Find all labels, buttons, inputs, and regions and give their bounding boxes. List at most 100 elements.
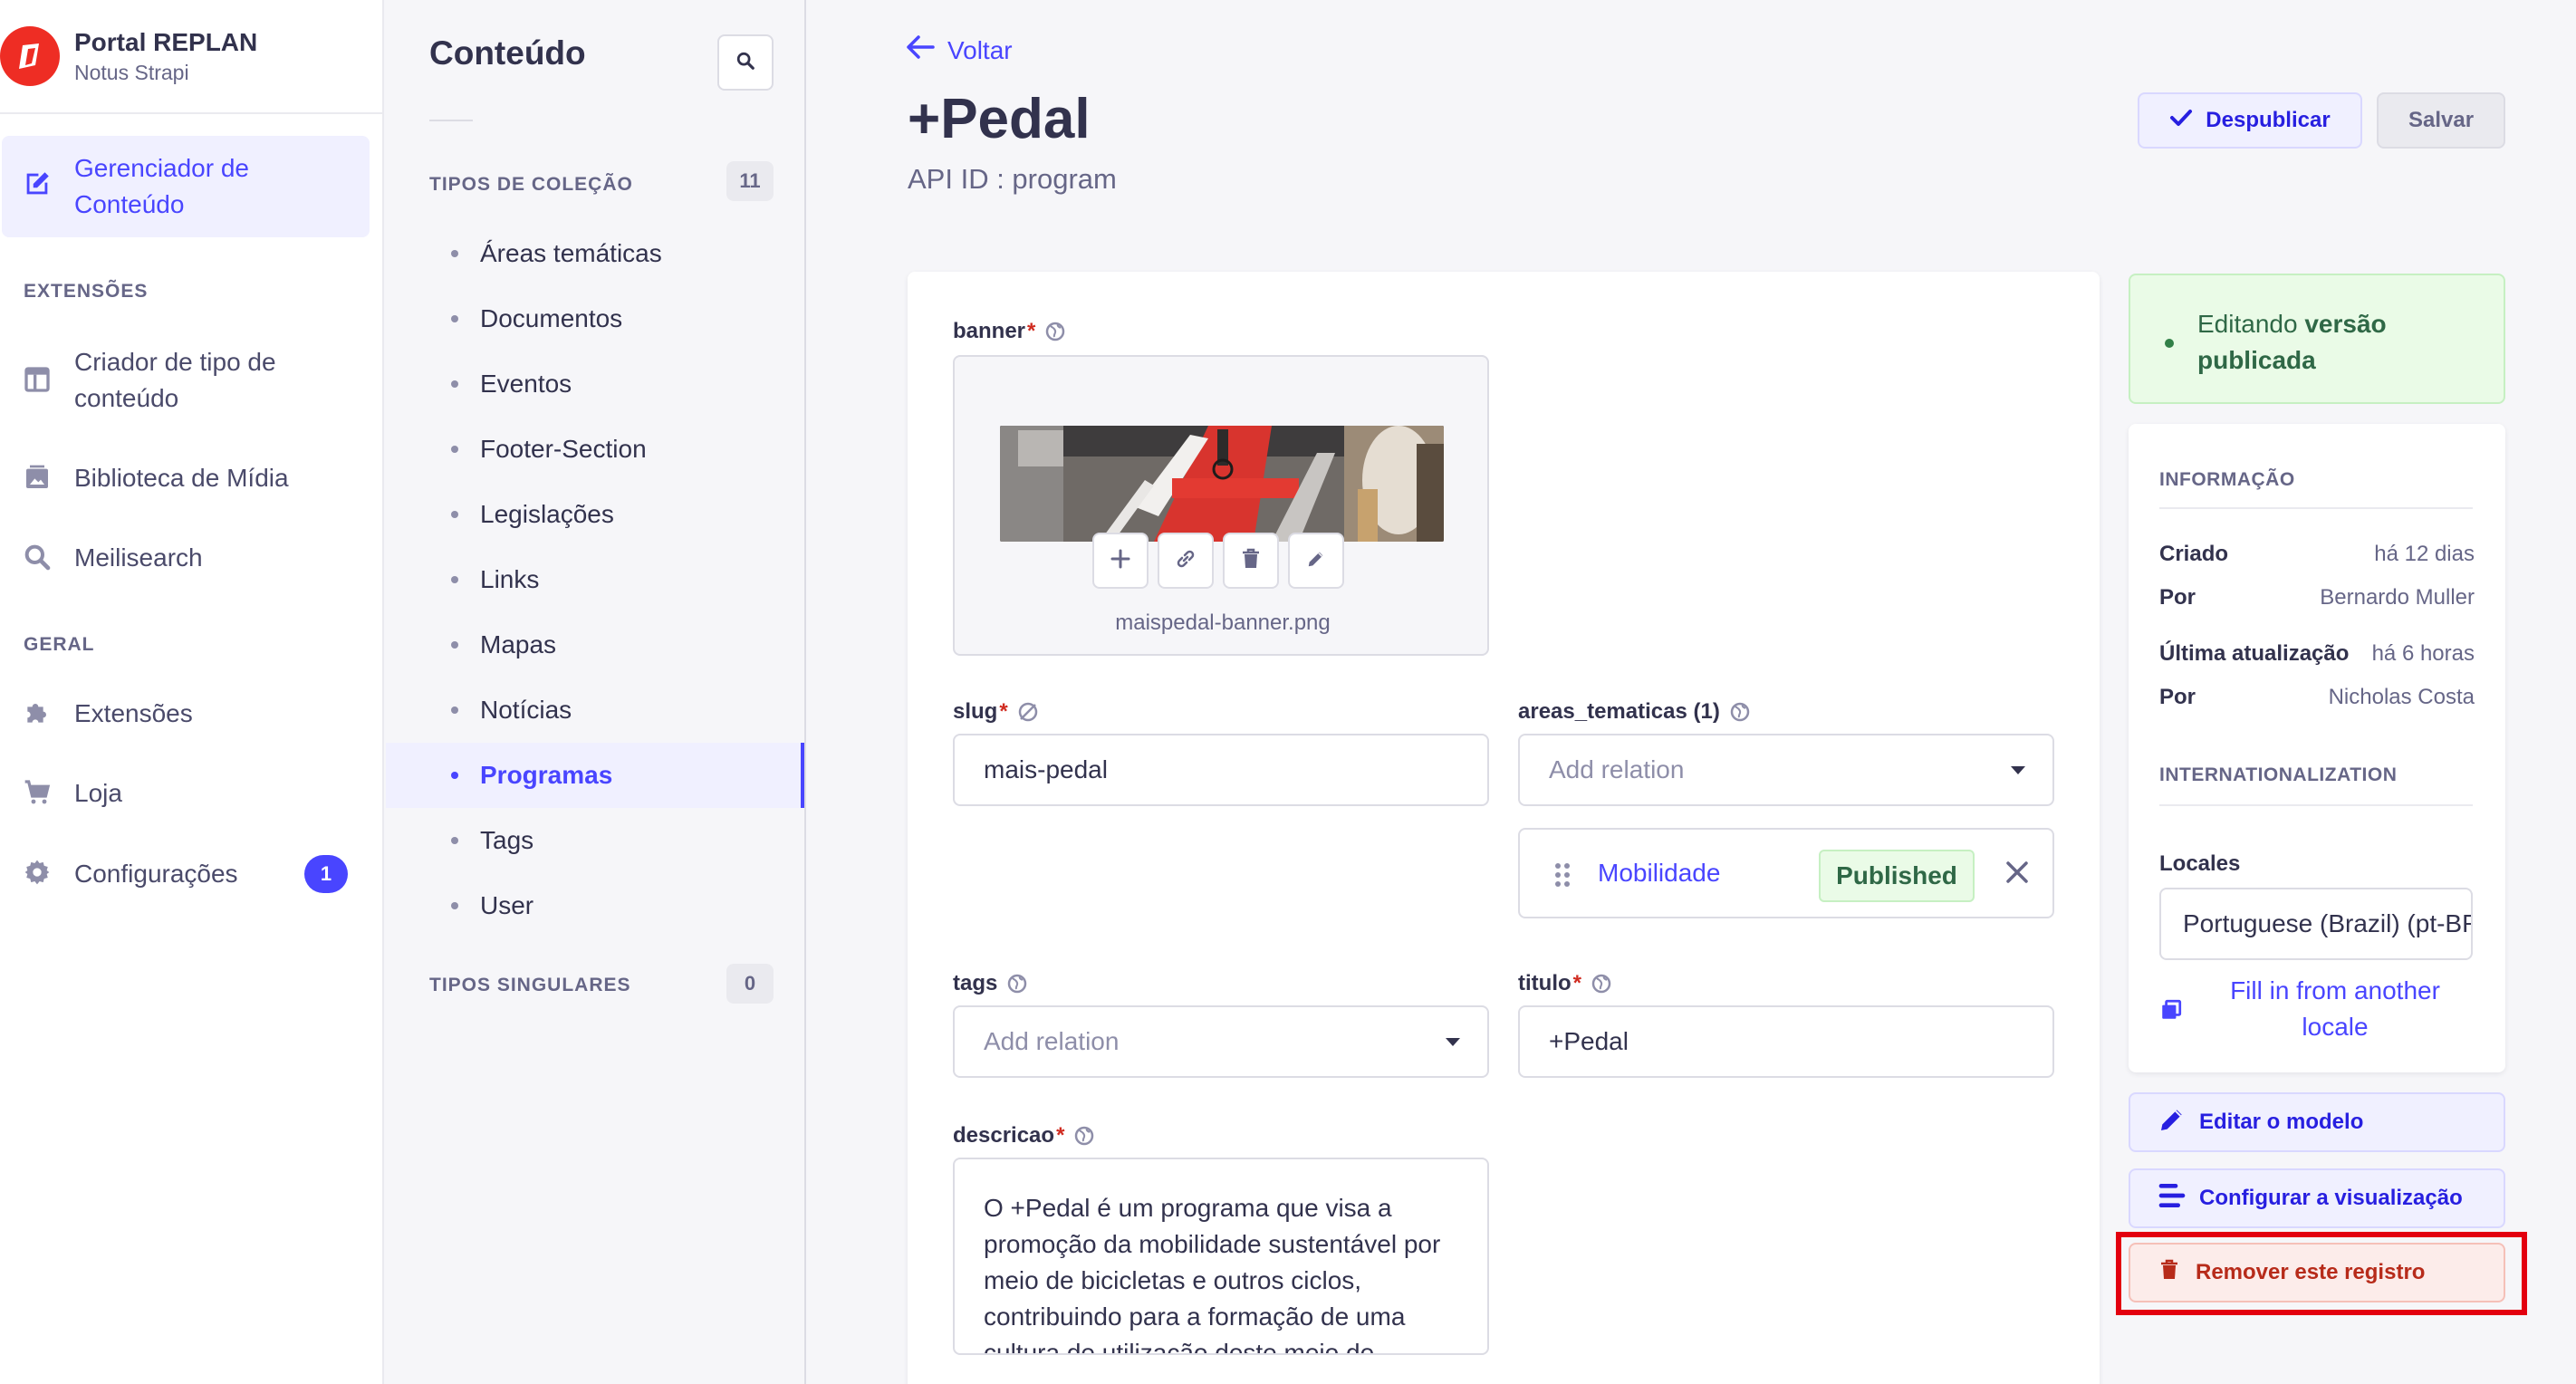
search-icon [735, 51, 755, 75]
copy-link-button[interactable] [1158, 533, 1214, 589]
slug-input[interactable]: mais-pedal [953, 734, 1489, 806]
collection-item[interactable]: Tags [386, 808, 804, 873]
page-title: +Pedal [908, 88, 1091, 150]
single-types-count: 0 [726, 964, 774, 1004]
areas-tematicas-select[interactable]: Add relation [1518, 734, 2054, 806]
banner-label-text: banner [953, 319, 1026, 343]
collection-item[interactable]: User [386, 873, 804, 938]
configure-view-label: Configurar a visualização [2199, 1186, 2463, 1210]
collection-item-active[interactable]: Programas [386, 743, 804, 808]
trash-icon [1241, 548, 1261, 574]
collection-item-label: Programas [480, 761, 613, 789]
collection-item[interactable]: Áreas temáticas [386, 221, 804, 286]
information-panel: INFORMAÇÃO Criado há 12 dias Por Bernard… [2129, 424, 2505, 1072]
puzzle-icon [20, 696, 54, 730]
layout-icon [20, 362, 54, 397]
main-nav: Portal REPLAN Notus Strapi Gerenciador d… [0, 0, 384, 1384]
collection-item[interactable]: Notícias [386, 678, 804, 743]
unpublish-button[interactable]: Despublicar [2138, 92, 2362, 149]
publish-status-box: Editando versão publicada [2129, 274, 2505, 404]
nav-media-library[interactable]: Biblioteca de Mídia [0, 460, 384, 496]
locale-select[interactable]: Portuguese (Brazil) (pt-BR) [2159, 888, 2473, 960]
created-label: Criado [2159, 542, 2229, 566]
api-id: API ID : program [908, 163, 1117, 195]
pencil-square-icon [20, 167, 54, 201]
close-icon[interactable] [2004, 859, 2031, 890]
areas-tematicas-label: areas_tematicas (1) [1518, 699, 1751, 725]
highlight-box [2116, 1232, 2527, 1315]
link-icon [1175, 548, 1197, 574]
collection-item-label: Tags [480, 826, 534, 854]
locales-label: Locales [2159, 851, 2241, 876]
brand-logo [0, 26, 60, 86]
tags-select[interactable]: Add relation [953, 1005, 1489, 1078]
drag-handle-icon[interactable] [1554, 862, 1571, 892]
descricao-textarea[interactable]: O +Pedal é um programa que visa a promoç… [953, 1158, 1489, 1355]
required-mark: * [999, 699, 1008, 724]
descricao-label: descricao * [953, 1123, 1095, 1149]
search-icon [20, 540, 54, 574]
tags-label: tags [953, 971, 1028, 996]
i18n-divider [2159, 804, 2473, 806]
collection-item[interactable]: Legislações [386, 482, 804, 547]
pencil-icon [1306, 549, 1326, 573]
brand-title: Portal REPLAN [74, 27, 258, 56]
globe-off-icon [1017, 701, 1039, 723]
nav-content-manager-label: Gerenciador de Conteúdo [74, 154, 250, 218]
slug-label: slug * [953, 699, 1039, 725]
collection-item[interactable]: Links [386, 547, 804, 612]
nav-meilisearch[interactable]: Meilisearch [0, 540, 384, 576]
gear-icon [20, 855, 54, 889]
nav-marketplace[interactable]: Loja [0, 775, 384, 812]
banner-media-field[interactable]: maispedal-banner.png [953, 355, 1489, 656]
save-label: Salvar [2408, 108, 2475, 132]
updated-value: há 6 horas [2371, 641, 2475, 666]
subnav-search-button[interactable] [717, 34, 774, 91]
edit-model-button[interactable]: Editar o modelo [2129, 1092, 2505, 1152]
collection-item[interactable]: Eventos [386, 351, 804, 417]
nav-media-library-label: Biblioteca de Mídia [74, 464, 289, 492]
titulo-label: titulo * [1518, 971, 1612, 996]
status-dot [2165, 339, 2174, 348]
collection-item[interactable]: Footer-Section [386, 417, 804, 482]
titulo-label-text: titulo [1518, 971, 1572, 995]
fill-from-locale-link[interactable]: Fill in from another locale [2219, 973, 2451, 1045]
tags-placeholder: Add relation [984, 1027, 1120, 1055]
status-prefix: Editando [2197, 310, 2305, 338]
updated-by-label: Por [2159, 685, 2196, 709]
nav-plugins[interactable]: Extensões [0, 696, 384, 732]
collection-item[interactable]: Documentos [386, 286, 804, 351]
collection-item[interactable]: Mapas [386, 612, 804, 678]
globe-icon [1044, 321, 1066, 342]
cart-icon [20, 775, 54, 810]
nav-content-manager[interactable]: Gerenciador de Conteúdo [0, 150, 384, 223]
save-button[interactable]: Salvar [2377, 92, 2505, 149]
banner-label: banner * [953, 319, 1066, 344]
updated-by-value: Nicholas Costa [2328, 685, 2475, 709]
nav-settings[interactable]: Configurações 1 [0, 855, 384, 893]
collection-item-label: Legislações [480, 500, 614, 528]
nav-content-type-builder-label: Criador de tipo de conteúdo [74, 348, 276, 412]
back-link[interactable]: Voltar [906, 34, 1013, 66]
nav-content-type-builder[interactable]: Criador de tipo de conteúdo [0, 344, 384, 417]
required-mark: * [1027, 319, 1036, 343]
collection-types-count: 11 [726, 161, 774, 201]
updated-label: Última atualização [2159, 641, 2350, 666]
delete-media-button[interactable] [1223, 533, 1279, 589]
duplicate-icon [2159, 998, 2183, 1026]
nav-section-extensions: EXTENSÕES [24, 281, 149, 302]
unpublish-label: Despublicar [2206, 108, 2331, 132]
add-media-button[interactable] [1092, 533, 1149, 589]
collection-item-label: Documentos [480, 304, 623, 332]
relation-link[interactable]: Mobilidade [1598, 859, 1720, 888]
edit-media-button[interactable] [1288, 533, 1344, 589]
collection-item-label: Links [480, 565, 540, 593]
subnav-title: Conteúdo [429, 34, 586, 72]
collection-item-label: Notícias [480, 696, 572, 724]
subnav-divider [429, 120, 473, 121]
configure-view-button[interactable]: Configurar a visualização [2129, 1168, 2505, 1228]
nav-meilisearch-label: Meilisearch [74, 543, 203, 572]
created-by-label: Por [2159, 585, 2196, 610]
titulo-input[interactable]: +Pedal [1518, 1005, 2054, 1078]
tags-label-text: tags [953, 971, 998, 995]
